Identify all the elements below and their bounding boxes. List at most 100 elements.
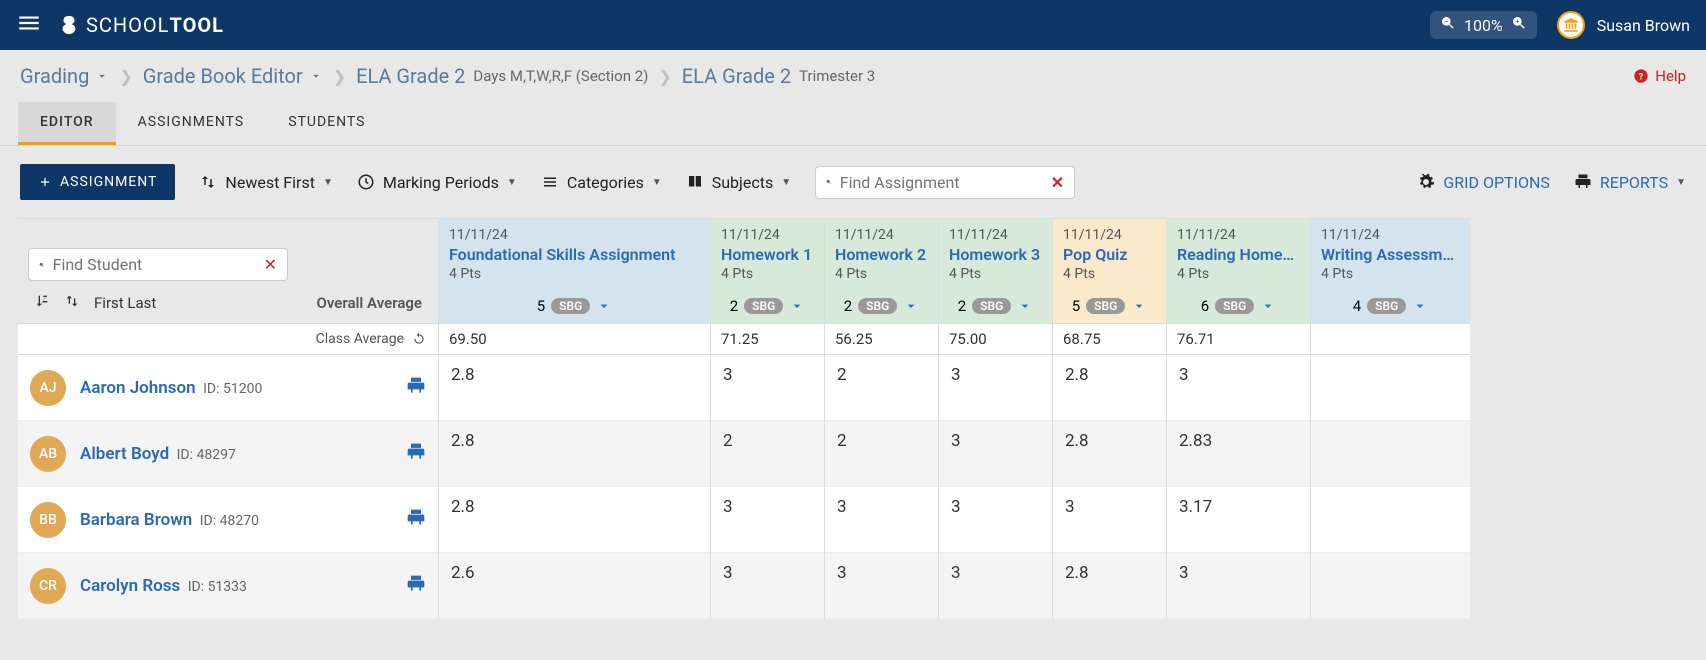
tab-editor[interactable]: EDITOR <box>18 102 116 145</box>
grade-cell[interactable] <box>1311 355 1470 421</box>
find-assignment-search[interactable]: ✕ <box>815 166 1075 199</box>
grade-cell[interactable]: 2.6 <box>439 553 710 619</box>
tab-assignments[interactable]: ASSIGNMENTS <box>116 102 267 145</box>
grade-cell[interactable]: 3 <box>825 487 938 553</box>
grade-cell[interactable]: 3 <box>1167 355 1310 421</box>
user-menu[interactable]: Susan Brown <box>1557 11 1690 39</box>
print-icon[interactable] <box>406 574 426 598</box>
sort-az-icon[interactable] <box>34 293 50 313</box>
grade-cell[interactable]: 2 <box>825 421 938 487</box>
assignment-points: 4 Pts <box>1063 266 1156 282</box>
grade-cell[interactable]: 2.83 <box>1167 421 1310 487</box>
assignment-class-avg: 71.25 <box>711 323 824 355</box>
grade-cell[interactable]: 3 <box>939 553 1052 619</box>
grade-cell[interactable]: 3 <box>711 355 824 421</box>
clear-search-icon[interactable]: ✕ <box>1051 173 1064 192</box>
assignment-points: 4 Pts <box>1321 266 1460 282</box>
student-name-link[interactable]: Barbara Brown <box>80 510 192 530</box>
menu-icon[interactable] <box>16 10 42 40</box>
logo-icon <box>58 12 80 38</box>
sort-label[interactable]: First Last <box>94 294 156 312</box>
add-assignment-button[interactable]: ASSIGNMENT <box>20 164 175 200</box>
filter-categories[interactable]: Categories▼ <box>541 173 662 192</box>
grade-cell[interactable]: 3 <box>939 487 1052 553</box>
grade-cell[interactable]: 2 <box>825 355 938 421</box>
chevron-down-icon[interactable] <box>903 298 919 314</box>
grade-cell[interactable]: 3 <box>1167 553 1310 619</box>
print-icon[interactable] <box>406 442 426 466</box>
student-id: ID: 48270 <box>196 513 259 529</box>
printer-icon <box>1574 173 1592 191</box>
find-assignment-input[interactable] <box>840 173 1043 192</box>
find-student-input[interactable] <box>53 255 256 274</box>
student-name-link[interactable]: Aaron Johnson <box>80 378 196 398</box>
chevron-down-icon[interactable] <box>1412 298 1428 314</box>
assignment-header[interactable]: 11/11/24 Writing Assessment 4 Pts 4 SBG <box>1311 218 1470 323</box>
grade-cell[interactable]: 3 <box>711 487 824 553</box>
refresh-icon[interactable] <box>412 332 426 346</box>
sbg-badge: SBG <box>1215 298 1254 314</box>
filter-marking-periods[interactable]: Marking Periods▼ <box>357 173 517 192</box>
sort-newest-first[interactable]: Newest First▼ <box>199 173 332 192</box>
chevron-down-icon <box>95 69 109 83</box>
breadcrumb-course[interactable]: ELA Grade 2 Days M,T,W,R,F (Section 2) <box>356 64 648 88</box>
assignment-points: 4 Pts <box>1177 266 1300 282</box>
swap-name-icon[interactable] <box>64 293 80 313</box>
student-name-link[interactable]: Carolyn Ross <box>80 576 180 596</box>
chevron-down-icon[interactable] <box>1017 298 1033 314</box>
assignment-date: 11/11/24 <box>1063 227 1156 243</box>
grid-options-button[interactable]: GRID OPTIONS <box>1417 173 1550 192</box>
print-icon[interactable] <box>406 508 426 532</box>
chevron-down-icon[interactable] <box>1131 298 1147 314</box>
assignment-points: 4 Pts <box>835 266 928 282</box>
reports-button[interactable]: REPORTS▼ <box>1574 173 1686 192</box>
user-name: Susan Brown <box>1597 16 1690 35</box>
grade-cell[interactable]: 2.8 <box>439 421 710 487</box>
breadcrumb-term[interactable]: ELA Grade 2 Trimester 3 <box>682 64 875 88</box>
grade-cell[interactable] <box>1311 553 1470 619</box>
book-icon <box>686 173 704 191</box>
tab-students[interactable]: STUDENTS <box>266 102 387 145</box>
assignment-header[interactable]: 11/11/24 Reading Homew… 4 Pts 6 SBG <box>1167 218 1310 323</box>
assignment-count: 6 <box>1201 297 1209 315</box>
assignment-count: 5 <box>537 297 545 315</box>
filter-subjects[interactable]: Subjects▼ <box>686 173 791 192</box>
assignment-header[interactable]: 11/11/24 Homework 1 4 Pts 2 SBG <box>711 218 824 323</box>
assignment-count: 4 <box>1353 297 1361 315</box>
zoom-out-icon[interactable] <box>1440 15 1456 35</box>
print-icon[interactable] <box>406 376 426 400</box>
student-row: AB Albert Boyd ID: 48297 <box>18 421 438 487</box>
student-name-link[interactable]: Albert Boyd <box>80 444 169 464</box>
chevron-down-icon[interactable] <box>1260 298 1276 314</box>
find-student-search[interactable]: ✕ <box>28 248 288 281</box>
assignment-header[interactable]: 11/11/24 Foundational Skills Assignment … <box>439 218 710 323</box>
assignment-header[interactable]: 11/11/24 Homework 2 4 Pts 2 SBG <box>825 218 938 323</box>
app-logo[interactable]: SCHOOLTOOL <box>58 12 224 38</box>
grade-cell[interactable]: 2.8 <box>439 355 710 421</box>
grade-cell[interactable]: 3 <box>825 553 938 619</box>
assignment-header[interactable]: 11/11/24 Pop Quiz 4 Pts 5 SBG <box>1053 218 1166 323</box>
grade-cell[interactable]: 2.8 <box>1053 553 1166 619</box>
chevron-down-icon[interactable] <box>596 298 612 314</box>
grade-cell[interactable] <box>1311 487 1470 553</box>
grade-cell[interactable]: 2.8 <box>439 487 710 553</box>
grade-cell[interactable]: 3 <box>711 553 824 619</box>
assignment-points: 4 Pts <box>721 266 814 282</box>
help-link[interactable]: ? Help <box>1633 67 1686 85</box>
grade-cell[interactable]: 2.8 <box>1053 355 1166 421</box>
grade-cell[interactable]: 3 <box>939 355 1052 421</box>
chevron-down-icon[interactable] <box>789 298 805 314</box>
grade-cell[interactable] <box>1311 421 1470 487</box>
search-icon <box>39 257 45 273</box>
grade-cell[interactable]: 3.17 <box>1167 487 1310 553</box>
clear-student-search-icon[interactable]: ✕ <box>264 255 277 274</box>
breadcrumb-grading[interactable]: Grading <box>20 64 109 88</box>
assignment-header[interactable]: 11/11/24 Homework 3 4 Pts 2 SBG <box>939 218 1052 323</box>
grade-cell[interactable]: 3 <box>1053 487 1166 553</box>
student-initials: AB <box>30 436 66 472</box>
zoom-in-icon[interactable] <box>1511 15 1527 35</box>
grade-cell[interactable]: 2 <box>711 421 824 487</box>
grade-cell[interactable]: 2.8 <box>1053 421 1166 487</box>
grade-cell[interactable]: 3 <box>939 421 1052 487</box>
breadcrumb-editor[interactable]: Grade Book Editor <box>143 64 323 88</box>
